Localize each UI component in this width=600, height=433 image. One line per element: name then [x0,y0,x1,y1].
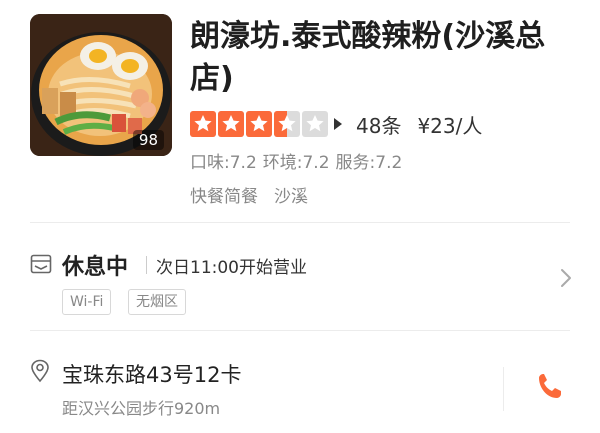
area-label: 沙溪 [274,187,308,207]
star-icon [218,111,244,137]
store-icon [30,254,52,274]
phone-call-button[interactable] [536,371,564,401]
environment-score: 环境:7.2 [262,153,330,173]
star-icon [274,111,300,137]
rating-row[interactable]: 48条 ¥23/人 [190,110,482,138]
rating-arrow-icon [334,118,342,130]
service-score: 服务:7.2 [335,153,403,173]
photo-count-badge: 98 [132,130,164,150]
amenity-no-smoking-tag: 无烟区 [128,289,186,315]
review-count: 48条 [356,113,402,138]
restaurant-name: 朗濠坊.泰式酸辣粉(沙溪总店) [190,19,546,96]
score-breakdown: 口味:7.2 环境:7.2 服务:7.2 [190,148,402,173]
phone-icon [539,374,561,398]
chevron-right-icon[interactable] [560,268,572,288]
map-pin-icon [31,359,49,383]
category-tags: 快餐简餐 沙溪 [190,182,308,207]
status-separator [146,256,147,274]
vertical-separator [503,367,504,411]
address-row[interactable]: 宝珠东路43号12卡 距汉兴公园步行920m [0,331,600,433]
business-status-row[interactable]: 休息中 次日11:00开始营业 Wi-Fi 无烟区 [0,222,600,330]
star-icon [302,111,328,137]
amenity-wifi-tag: Wi-Fi [62,289,112,315]
star-rating [190,111,328,137]
walking-distance: 距汉兴公园步行920m [62,399,221,418]
average-price: ¥23/人 [417,113,483,138]
next-open-time: 次日11:00开始营业 [156,258,307,278]
category-label: 快餐简餐 [190,187,258,207]
star-icon [246,111,272,137]
restaurant-photo[interactable]: 98 [30,14,172,156]
street-address: 宝珠东路43号12卡 [62,363,242,387]
business-status: 休息中 [62,255,129,280]
star-icon [190,111,216,137]
taste-score: 口味:7.2 [190,153,257,173]
